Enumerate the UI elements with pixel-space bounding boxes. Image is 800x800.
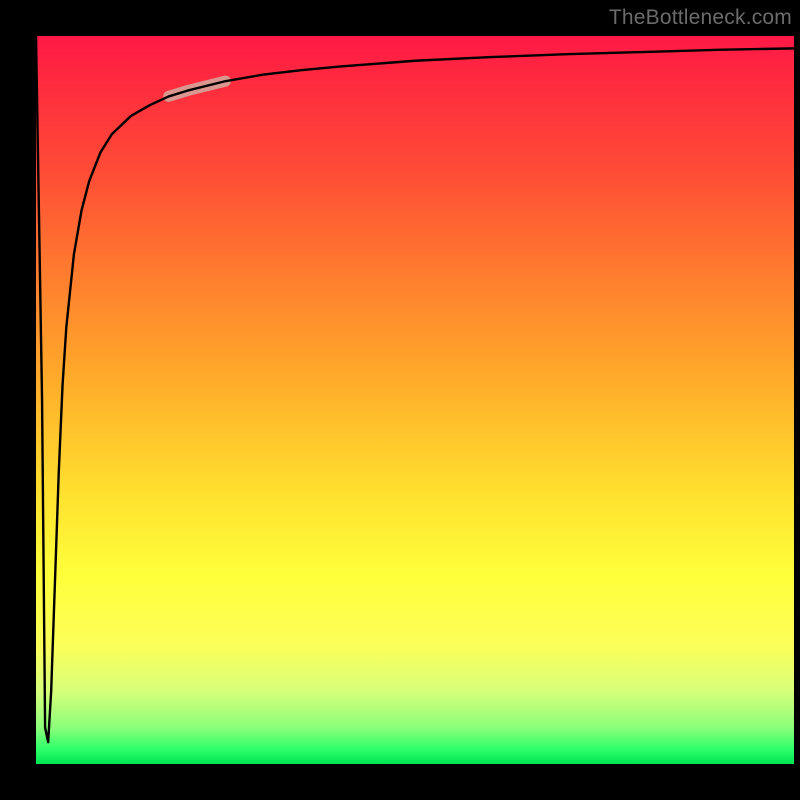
chart-curve-layer xyxy=(36,36,794,764)
watermark-text: TheBottleneck.com xyxy=(609,6,792,30)
curve-main-line xyxy=(36,36,794,742)
chart-wrapper: TheBottleneck.com xyxy=(0,0,800,800)
